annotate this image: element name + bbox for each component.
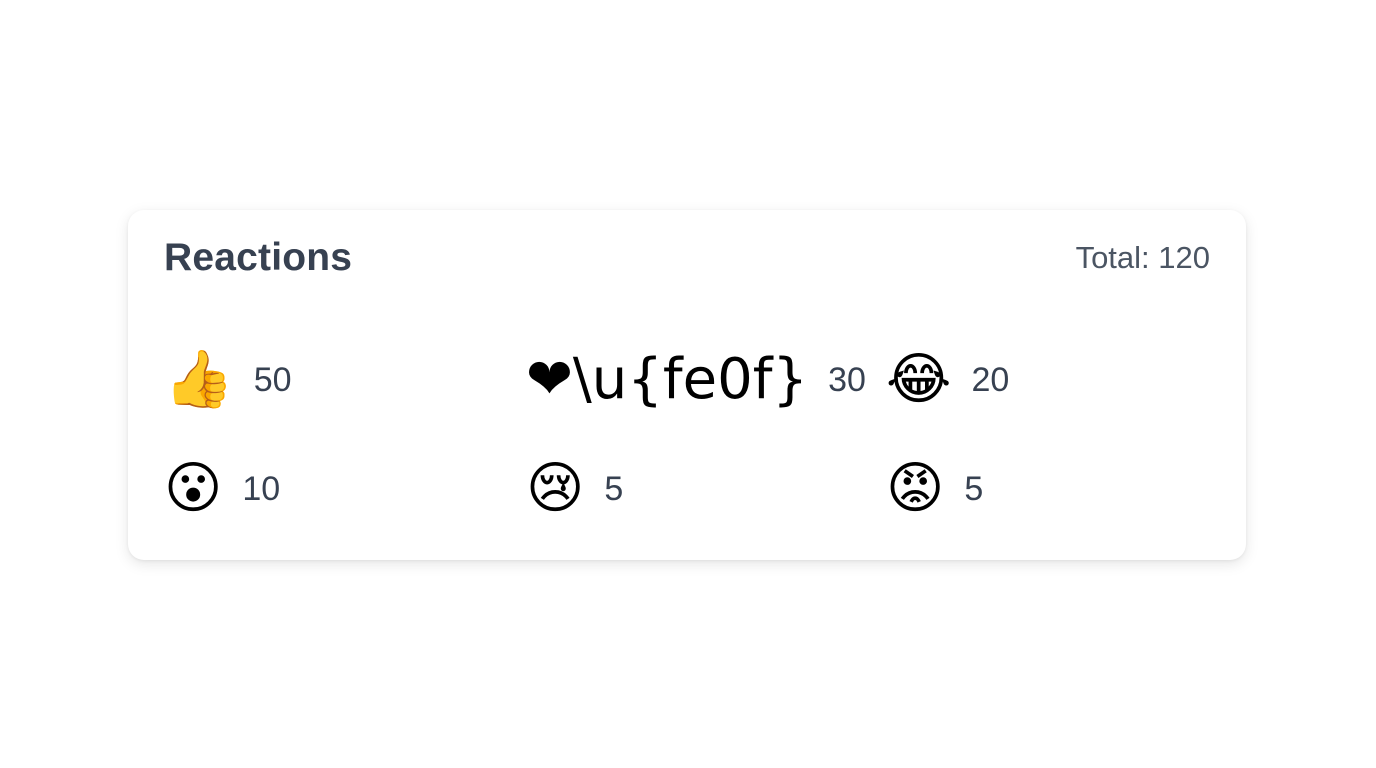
reaction-count: 5 xyxy=(604,470,624,508)
tears-of-joy-icon: 😂 xyxy=(886,347,952,412)
crying-face-icon: 😢 xyxy=(526,456,585,521)
angry-face-icon: 😡 xyxy=(886,456,945,521)
reaction-count: 10 xyxy=(242,470,281,508)
card-header: Reactions Total: 120 xyxy=(164,234,1210,282)
reaction-laugh[interactable]: 😂 20 xyxy=(886,348,1009,412)
reaction-angry[interactable]: 😡 5 xyxy=(886,457,983,521)
reaction-count: 5 xyxy=(964,470,984,508)
reaction-thumbs-up[interactable]: 👍 50 xyxy=(164,348,292,412)
heart-icon: ❤\u{fe0f} xyxy=(526,347,809,412)
reaction-count: 20 xyxy=(971,361,1010,399)
reaction-surprised[interactable]: 😮 10 xyxy=(164,457,280,521)
reaction-sad[interactable]: 😢 5 xyxy=(526,457,623,521)
reaction-count: 50 xyxy=(253,361,292,399)
surprised-face-icon: 😮 xyxy=(164,456,223,521)
total-count: Total: 120 xyxy=(1075,240,1210,275)
reactions-card: Reactions Total: 120 👍 50 ❤\u{fe0f} 30 😂… xyxy=(128,210,1246,560)
thumbs-up-icon: 👍 xyxy=(164,347,234,412)
reaction-heart[interactable]: ❤\u{fe0f} 30 xyxy=(526,348,866,412)
reaction-count: 30 xyxy=(828,361,866,399)
card-title: Reactions xyxy=(164,236,353,279)
